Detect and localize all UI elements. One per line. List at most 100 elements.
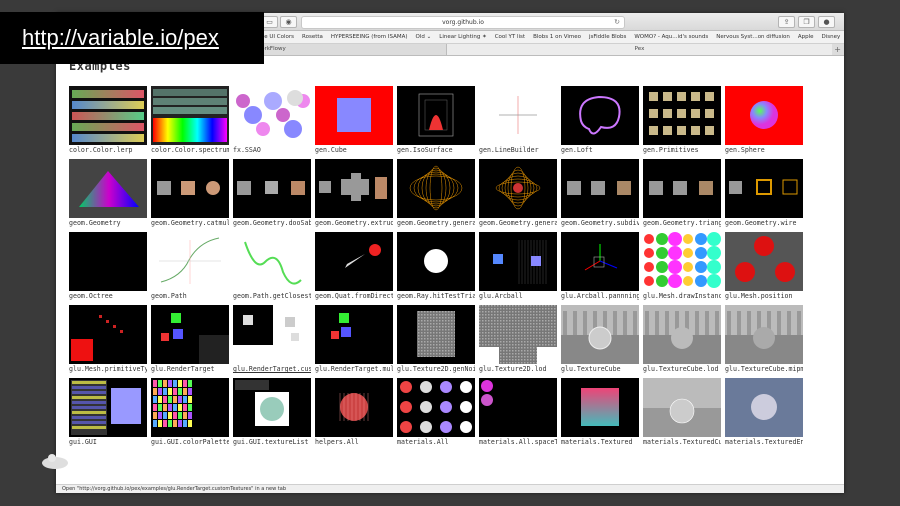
bookmark-item[interactable]: jsFiddle Blobs (589, 31, 626, 43)
bookmark-item[interactable]: Apple (798, 31, 814, 43)
example-card[interactable]: geom.Geometry (69, 159, 147, 229)
example-thumbnail[interactable] (479, 232, 557, 291)
tabs-overview-icon[interactable]: ❐ (798, 16, 815, 28)
example-thumbnail[interactable] (725, 159, 803, 218)
shield-icon[interactable]: ◉ (280, 16, 297, 28)
example-link[interactable]: gui.GUI (69, 438, 147, 446)
example-card[interactable]: gen.LineBuilder (479, 86, 557, 156)
example-card[interactable]: glu.RenderTarget (151, 305, 229, 375)
bookmark-item[interactable]: WOMO? - Aqu...id's sounds (634, 31, 708, 43)
example-thumbnail[interactable] (151, 305, 229, 364)
example-link[interactable]: glu.Texture2D.lod (479, 365, 557, 373)
tab-pex[interactable]: Pex (446, 44, 832, 55)
example-card[interactable]: materials.TexturedEn (725, 378, 803, 448)
example-link[interactable]: gui.GUI.colorPalette (151, 438, 229, 446)
example-card[interactable]: geom.Geometry.catmul (151, 159, 229, 229)
example-thumbnail[interactable] (643, 378, 721, 437)
example-thumbnail[interactable] (643, 159, 721, 218)
example-card[interactable]: materials.Textured (561, 378, 639, 448)
share-icon[interactable]: ⇪ (778, 16, 795, 28)
example-card[interactable]: geom.Octree (69, 232, 147, 302)
example-thumbnail[interactable] (397, 159, 475, 218)
example-card[interactable]: glu.Mesh.position (725, 232, 803, 302)
example-thumbnail[interactable] (151, 378, 229, 437)
example-link[interactable]: glu.Arcball.pannning (561, 292, 639, 300)
reload-icon[interactable]: ↻ (614, 17, 620, 28)
example-thumbnail[interactable] (151, 86, 229, 145)
example-card[interactable]: glu.Mesh.drawInstanc (643, 232, 721, 302)
example-card[interactable]: geom.Path (151, 232, 229, 302)
example-thumbnail[interactable] (725, 378, 803, 437)
example-link[interactable]: gui.GUI.textureList (233, 438, 311, 446)
example-thumbnail[interactable] (561, 378, 639, 437)
example-thumbnail[interactable] (69, 159, 147, 218)
example-link[interactable]: materials.All.spaceT (479, 438, 557, 446)
example-card[interactable]: geom.Geometry.subdiv (561, 159, 639, 229)
example-thumbnail[interactable] (233, 305, 311, 364)
example-thumbnail[interactable] (561, 159, 639, 218)
example-link[interactable]: glu.RenderTarget.mul (315, 365, 393, 373)
example-link[interactable]: geom.Octree (69, 292, 147, 300)
example-link[interactable]: color.Color.spectrum (151, 146, 229, 154)
example-link[interactable]: glu.RenderTarget (151, 365, 229, 373)
example-link[interactable]: gen.Loft (561, 146, 639, 154)
example-link[interactable]: gen.Sphere (725, 146, 803, 154)
example-thumbnail[interactable] (315, 305, 393, 364)
example-card[interactable]: materials.All.spaceT (479, 378, 557, 448)
example-thumbnail[interactable] (643, 305, 721, 364)
example-card[interactable]: glu.Arcball.pannning (561, 232, 639, 302)
example-thumbnail[interactable] (397, 86, 475, 145)
example-card[interactable]: gen.Cube (315, 86, 393, 156)
example-link[interactable]: geom.Geometry.catmul (151, 219, 229, 227)
example-thumbnail[interactable] (725, 305, 803, 364)
example-card[interactable]: helpers.All (315, 378, 393, 448)
example-card[interactable]: materials.All (397, 378, 475, 448)
example-link[interactable]: glu.TextureCube (561, 365, 639, 373)
example-thumbnail[interactable] (725, 86, 803, 145)
example-link[interactable]: glu.Mesh.position (725, 292, 803, 300)
bookmark-item[interactable]: Blobs 1 on Vimeo (533, 31, 581, 43)
example-card[interactable]: gui.GUI.textureList (233, 378, 311, 448)
example-thumbnail[interactable] (315, 378, 393, 437)
example-card[interactable]: glu.Arcball (479, 232, 557, 302)
example-thumbnail[interactable] (397, 378, 475, 437)
example-thumbnail[interactable] (643, 86, 721, 145)
example-link[interactable]: geom.Geometry.triang (643, 219, 721, 227)
example-link[interactable]: gen.Cube (315, 146, 393, 154)
example-link[interactable]: color.Color.lerp (69, 146, 147, 154)
address-bar[interactable]: vorg.github.io ↻ (301, 16, 625, 29)
slide-url-link[interactable]: http://variable.io/pex (22, 25, 219, 50)
example-link[interactable]: geom.Geometry.wire (725, 219, 803, 227)
example-thumbnail[interactable] (233, 378, 311, 437)
example-thumbnail[interactable] (397, 232, 475, 291)
example-link[interactable]: materials.Textured (561, 438, 639, 446)
example-card[interactable]: geom.Path.getClosest (233, 232, 311, 302)
example-link[interactable]: geom.Geometry.subdiv (561, 219, 639, 227)
example-thumbnail[interactable] (561, 305, 639, 364)
example-card[interactable]: glu.TextureCube.lod (643, 305, 721, 375)
example-link[interactable]: geom.Path (151, 292, 229, 300)
example-card[interactable]: color.Color.lerp (69, 86, 147, 156)
example-thumbnail[interactable] (479, 86, 557, 145)
example-thumbnail[interactable] (561, 232, 639, 291)
example-card[interactable]: glu.RenderTarget.cus (233, 305, 311, 375)
example-link[interactable]: glu.Mesh.drawInstanc (643, 292, 721, 300)
example-card[interactable]: materials.TexturedCu (643, 378, 721, 448)
new-tab-icon[interactable]: + (834, 44, 841, 55)
example-thumbnail[interactable] (69, 232, 147, 291)
example-link[interactable]: glu.Texture2D.genNoi (397, 365, 475, 373)
example-card[interactable]: glu.TextureCube.mipm (725, 305, 803, 375)
example-thumbnail[interactable] (233, 86, 311, 145)
example-card[interactable]: gui.GUI.colorPalette (151, 378, 229, 448)
example-card[interactable]: fx.SSAO (233, 86, 311, 156)
example-card[interactable]: glu.Texture2D.lod (479, 305, 557, 375)
example-link[interactable]: geom.Path.getClosest (233, 292, 311, 300)
example-card[interactable]: geom.Geometry.dooSab (233, 159, 311, 229)
example-link[interactable]: gen.IsoSurface (397, 146, 475, 154)
example-link[interactable]: glu.TextureCube.lod (643, 365, 721, 373)
example-thumbnail[interactable] (725, 232, 803, 291)
example-link[interactable]: materials.TexturedEn (725, 438, 803, 446)
example-link[interactable]: glu.Mesh.primitiveTy (69, 365, 147, 373)
example-thumbnail[interactable] (397, 305, 475, 364)
example-card[interactable]: glu.Mesh.primitiveTy (69, 305, 147, 375)
